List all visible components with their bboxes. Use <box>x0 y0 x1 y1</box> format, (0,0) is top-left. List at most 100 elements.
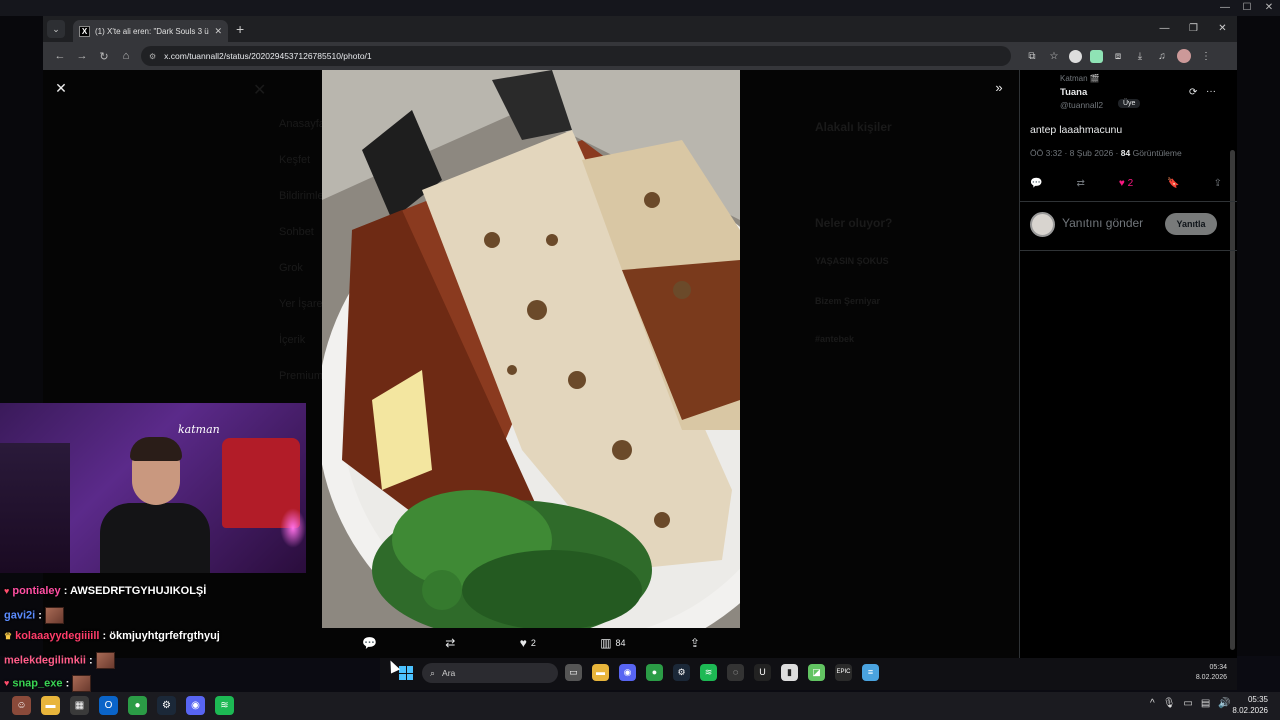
share-action[interactable]: ⇪ <box>690 636 700 650</box>
tweet-sidebar: Katman 🎬 Tuana @tuannall2 Üye ⟳ ··· ante… <box>1019 70 1237 658</box>
tweet-bookmark-icon[interactable]: 🔖 <box>1167 178 1179 189</box>
like-action[interactable]: ♥ 2 <box>520 636 536 650</box>
file-explorer-icon[interactable]: ▬ <box>592 664 609 681</box>
chat-user: melekdegilimkii <box>4 654 86 667</box>
inner-taskbar: ⌕ Ara ▭ ▬ ◉ ● ⚙ ≋ ◌ U ▮ ◪ EPIC ≡ 05:34 8.0… <box>380 658 1237 690</box>
chat-line: ♥ pontialey : AWSEDRFTGYHUJIKOLŞİ <box>4 585 206 597</box>
unreal-icon[interactable]: U <box>754 664 771 681</box>
ghost-x-logo-icon: ✕ <box>253 82 267 99</box>
tweet-share-icon[interactable]: ⇪ <box>1214 178 1222 189</box>
app-icon[interactable]: ▮ <box>781 664 798 681</box>
reposted-by[interactable]: Katman 🎬 <box>1060 74 1100 83</box>
sidebar-scrollbar[interactable] <box>1230 150 1235 650</box>
forward-arrow-icon[interactable]: → <box>71 50 93 62</box>
microphone-icon[interactable]: 🎙 <box>1163 698 1176 709</box>
outer-window-titlebar: — ☐ ✕ <box>0 0 1280 16</box>
author-handle[interactable]: @tuannall2 <box>1060 100 1103 110</box>
chrome-icon[interactable]: ● <box>646 664 663 681</box>
chrome-icon[interactable]: ● <box>128 696 147 715</box>
views-label: Görüntüleme <box>1132 148 1182 158</box>
network-icon[interactable]: ▤ <box>1201 698 1210 709</box>
search-placeholder: Ara <box>442 668 456 678</box>
display-icon[interactable]: ▭ <box>1183 698 1192 709</box>
app-icon[interactable]: ◪ <box>808 664 825 681</box>
browser-minimize-icon[interactable]: — <box>1150 16 1179 42</box>
ghost-trends-title: Neler oluyor? <box>815 216 893 230</box>
windows-start-icon[interactable] <box>399 666 413 680</box>
site-info-icon[interactable]: ⚙ <box>149 52 156 61</box>
close-icon[interactable]: ✕ <box>1258 0 1280 16</box>
expand-sidebar-icon[interactable]: » <box>991 80 1007 96</box>
tab-active[interactable]: X (1) X'te ali eren: "Dark Souls 3 ü ✕ <box>73 20 228 42</box>
file-explorer-icon[interactable]: ▬ <box>41 696 60 715</box>
chat-text: : ökmjuyhtgrfefrgthyuj <box>102 630 220 642</box>
tweet-reply-icon[interactable]: 💬 <box>1030 178 1042 189</box>
notepad-icon[interactable]: ≡ <box>862 664 879 681</box>
app-icon[interactable]: ◌ <box>727 664 744 681</box>
browser-close-icon[interactable]: ✕ <box>1208 16 1237 42</box>
chat-emote <box>95 652 115 669</box>
browser-restore-icon[interactable]: ❐ <box>1179 16 1208 42</box>
epic-games-icon[interactable]: EPIC <box>835 664 852 681</box>
outer-clock[interactable]: 05:35 8.02.2026 <box>1232 694 1268 716</box>
tab-search-button[interactable]: ⌄ <box>47 20 65 38</box>
tweet-like-button[interactable]: ♥ 2 <box>1119 178 1133 189</box>
grok-icon[interactable]: ⟳ <box>1189 87 1197 98</box>
app-icon[interactable]: ☺ <box>12 696 31 715</box>
address-bar[interactable]: ⚙ x.com/tuannall2/status/202029453712678… <box>141 46 1011 66</box>
url-text: x.com/tuannall2/status/20202945371267855… <box>164 51 372 61</box>
browser-menu-icon[interactable]: ⋮ <box>1195 51 1217 62</box>
webcam-shelf <box>0 443 70 573</box>
extension-icon[interactable] <box>1069 49 1082 63</box>
reply-button[interactable]: Yanıtla <box>1165 213 1217 235</box>
reply-input[interactable]: Yanıtını gönder <box>1062 216 1143 230</box>
outer-taskbar-apps: ☺ ▬ ▦ O ● ⚙ ◉ ≋ <box>12 696 234 715</box>
toolbar-right-actions: ⧉ ☆ ⧈ ⤓ ♫ ⋮ <box>1021 49 1217 63</box>
chat-text: : <box>38 609 42 622</box>
store-icon[interactable]: ▦ <box>70 696 89 715</box>
taskbar-search-input[interactable]: ⌕ Ara <box>422 663 558 683</box>
extensions-puzzle-icon[interactable]: ⧈ <box>1107 51 1129 62</box>
repost-action[interactable]: ⇄ <box>445 636 455 650</box>
tweet-photo[interactable] <box>322 70 740 628</box>
bookmark-star-icon[interactable]: ☆ <box>1043 51 1065 62</box>
steam-icon[interactable]: ⚙ <box>157 696 176 715</box>
minimize-icon[interactable]: — <box>1214 0 1236 16</box>
photo-action-bar: 💬 ⇄ ♥ 2 ▥ 84 ⇪ <box>322 628 740 658</box>
reload-icon[interactable]: ↻ <box>93 50 115 63</box>
discord-icon[interactable]: ◉ <box>186 696 205 715</box>
author-name[interactable]: Tuana <box>1060 87 1087 98</box>
taskbar-apps: ▭ ▬ ◉ ● ⚙ ≋ ◌ U ▮ ◪ EPIC ≡ <box>565 664 879 681</box>
tweet-timestamp[interactable]: ÖÖ 3:32 · 8 Şub 2026 · <box>1030 148 1118 158</box>
extension-green-icon[interactable] <box>1090 49 1103 63</box>
close-viewer-icon[interactable]: ✕ <box>53 80 69 96</box>
spotify-icon[interactable]: ≋ <box>215 696 234 715</box>
reply-action[interactable]: 💬 <box>362 636 381 650</box>
tweet-repost-icon[interactable]: ⇄ <box>1076 178 1084 189</box>
inner-time: 05:34 <box>1209 664 1227 671</box>
media-icon[interactable]: ♫ <box>1151 51 1173 62</box>
home-icon[interactable]: ⌂ <box>115 50 137 62</box>
streamer-webcam: katman <box>0 403 306 573</box>
cast-icon[interactable]: ⧉ <box>1021 51 1043 62</box>
ghost-trend-3: #antebek <box>815 334 855 344</box>
download-icon[interactable]: ⤓ <box>1129 51 1151 62</box>
ghost-nav-premium: Premium <box>279 370 324 382</box>
right-backdrop <box>1237 16 1280 656</box>
steam-icon[interactable]: ⚙ <box>673 664 690 681</box>
tray-chevron-icon[interactable]: ^ <box>1150 698 1155 709</box>
views-action[interactable]: ▥ 84 <box>600 636 625 650</box>
discord-icon[interactable]: ◉ <box>619 664 636 681</box>
tab-close-icon[interactable]: ✕ <box>214 26 222 37</box>
maximize-icon[interactable]: ☐ <box>1236 0 1258 16</box>
outlook-icon[interactable]: O <box>99 696 118 715</box>
share-icon: ⇪ <box>689 636 700 650</box>
profile-avatar[interactable] <box>1177 49 1191 63</box>
inner-clock[interactable]: 05:34 8.02.2026 <box>1196 663 1227 683</box>
task-view-icon[interactable]: ▭ <box>565 664 582 681</box>
spotify-icon[interactable]: ≋ <box>700 664 717 681</box>
volume-icon[interactable]: 🔊 <box>1218 698 1230 709</box>
more-options-icon[interactable]: ··· <box>1206 86 1216 97</box>
back-arrow-icon[interactable]: ← <box>49 50 71 62</box>
new-tab-button[interactable]: + <box>236 21 244 37</box>
